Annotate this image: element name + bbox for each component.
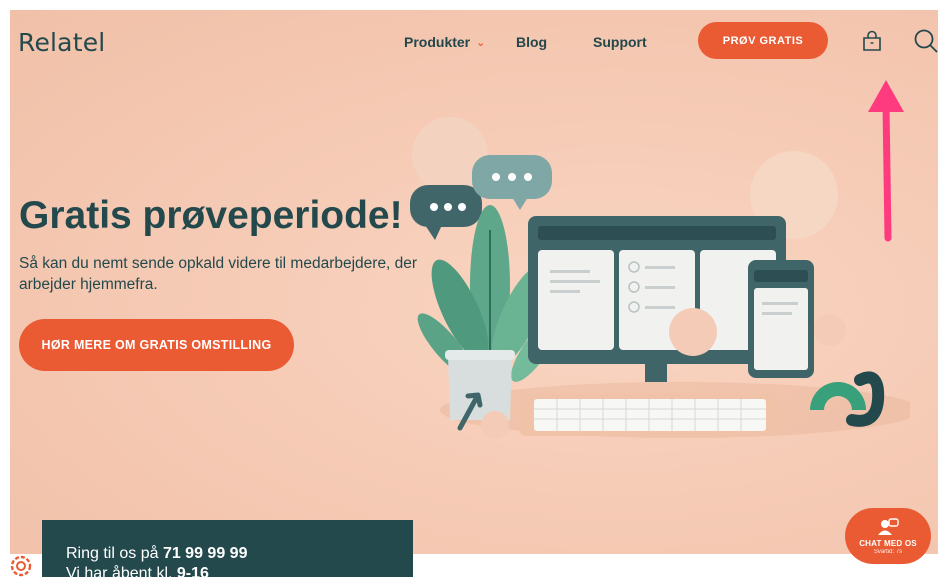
- nav-produkter[interactable]: Produkter ⌄: [404, 34, 485, 50]
- chat-response-time: Svartid: 7s: [873, 548, 903, 555]
- call-line: Ring til os på 71 99 99 99: [66, 544, 413, 564]
- chevron-down-icon: ⌄: [476, 37, 486, 49]
- phone-number[interactable]: 71 99 99 99: [163, 545, 248, 562]
- keyboard: [520, 394, 780, 436]
- hero-title: Gratis prøveperiode!: [19, 194, 403, 237]
- cookie-settings-icon[interactable]: [10, 555, 32, 577]
- hero-section: Relatel Produkter ⌄ Blog Support PRØV GRA…: [10, 10, 938, 554]
- hero-illustration: [410, 117, 910, 439]
- speech-bubble-right: [472, 155, 552, 210]
- phone: [748, 260, 814, 378]
- chat-label: CHAT MED OS: [859, 538, 917, 548]
- nav-produkter-label: Produkter: [404, 34, 471, 50]
- try-free-button[interactable]: PRØV GRATIS: [698, 22, 828, 59]
- hours-prefix: Vi har åbent kl.: [66, 565, 177, 577]
- bag-icon[interactable]: [860, 29, 884, 53]
- relatel-logo[interactable]: Relatel: [18, 28, 105, 57]
- speech-bubble-left: [410, 185, 482, 240]
- learn-more-button[interactable]: HØR MERE OM GRATIS OMSTILLING: [19, 319, 294, 371]
- opening-hours: 9-16: [176, 565, 209, 577]
- chat-icon: [878, 517, 899, 535]
- call-prefix: Ring til os på: [66, 545, 163, 562]
- contact-box: Ring til os på 71 99 99 99 Vi har åbent …: [42, 520, 413, 577]
- nav-blog[interactable]: Blog: [516, 34, 547, 50]
- chat-button[interactable]: CHAT MED OS Svartid: 7s: [845, 508, 931, 564]
- nav-support[interactable]: Support: [593, 34, 647, 50]
- monitor: [528, 216, 786, 382]
- annotation-arrow-icon: [868, 80, 904, 242]
- hours-line: Vi har åbent kl. 9-16: [66, 564, 413, 577]
- search-icon[interactable]: [913, 28, 938, 54]
